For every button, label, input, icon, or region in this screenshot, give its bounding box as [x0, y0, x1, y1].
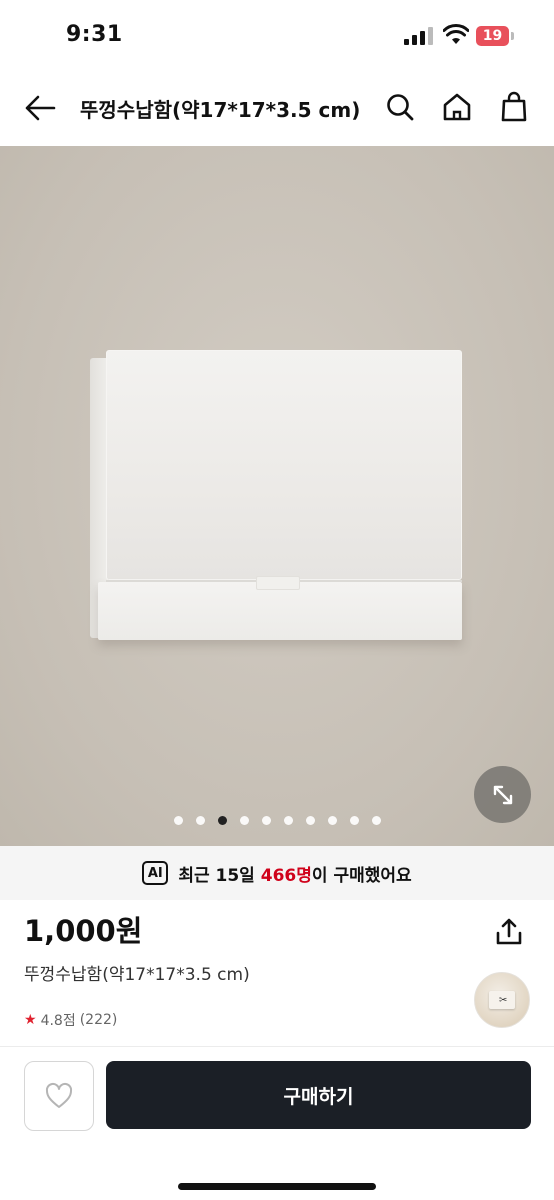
ai-banner-suffix: 이 구매했어요	[311, 865, 412, 886]
signal-icon	[404, 27, 434, 45]
pagination-dot[interactable]	[327, 816, 337, 825]
review-count: (222)	[79, 1012, 118, 1028]
home-icon	[443, 93, 471, 121]
status-bar: 9:31 19	[0, 0, 554, 72]
search-icon	[387, 94, 414, 121]
pagination-dot[interactable]	[371, 816, 381, 825]
pagination-dot[interactable]	[261, 816, 271, 825]
product-price: 1,000원	[24, 914, 143, 948]
buy-button[interactable]: 구매하기	[106, 1061, 531, 1129]
ai-banner-prefix: 최근 15일	[178, 865, 261, 886]
battery-level: 19	[476, 26, 509, 46]
pagination-dot[interactable]	[283, 816, 293, 825]
share-icon	[496, 918, 522, 945]
bottom-action-bar: 구매하기	[0, 1046, 554, 1200]
gallery-pagination	[0, 816, 554, 825]
product-image-gallery[interactable]	[0, 146, 554, 846]
product-image	[90, 350, 470, 650]
expand-image-button[interactable]	[474, 766, 531, 823]
wifi-icon	[442, 24, 470, 46]
back-button[interactable]	[22, 88, 58, 128]
pagination-dot[interactable]	[217, 816, 227, 825]
status-time: 9:31	[66, 22, 123, 47]
ai-banner-text: 최근 15일 466명이 구매했어요	[178, 861, 411, 886]
cart-button[interactable]	[497, 90, 531, 124]
ai-badge: AI	[142, 861, 169, 885]
battery-icon: 19	[476, 26, 514, 46]
top-nav: 뚜껑수납함(약17*17*3.5 cm)	[0, 72, 554, 146]
page-title: 뚜껑수납함(약17*17*3.5 cm)	[80, 98, 361, 122]
star-icon: ★	[24, 1012, 37, 1028]
home-button[interactable]	[440, 90, 474, 124]
search-button[interactable]	[383, 90, 417, 124]
back-arrow-icon	[25, 95, 56, 121]
product-name: 뚜껑수납함(약17*17*3.5 cm)	[24, 965, 250, 985]
ai-banner-count: 466명	[260, 865, 312, 886]
ai-purchase-banner: AI 최근 15일 466명이 구매했어요	[0, 846, 554, 900]
pagination-dot[interactable]	[239, 816, 249, 825]
wishlist-button[interactable]	[24, 1061, 94, 1131]
pagination-dot[interactable]	[349, 816, 359, 825]
pagination-dot[interactable]	[305, 816, 315, 825]
pagination-dot[interactable]	[195, 816, 205, 825]
rating-score: 4.8점	[40, 1013, 76, 1029]
share-button[interactable]	[490, 912, 528, 952]
home-indicator	[178, 1183, 376, 1190]
pagination-dot[interactable]	[173, 816, 183, 825]
product-rating[interactable]: ★ 4.8점 (222)	[24, 1010, 117, 1030]
floating-thumbnail[interactable]: ✂	[474, 972, 530, 1028]
heart-icon	[45, 1082, 73, 1108]
battery-text: 19	[482, 28, 503, 44]
expand-arrows-icon	[493, 785, 512, 804]
shopping-bag-icon	[501, 91, 527, 122]
